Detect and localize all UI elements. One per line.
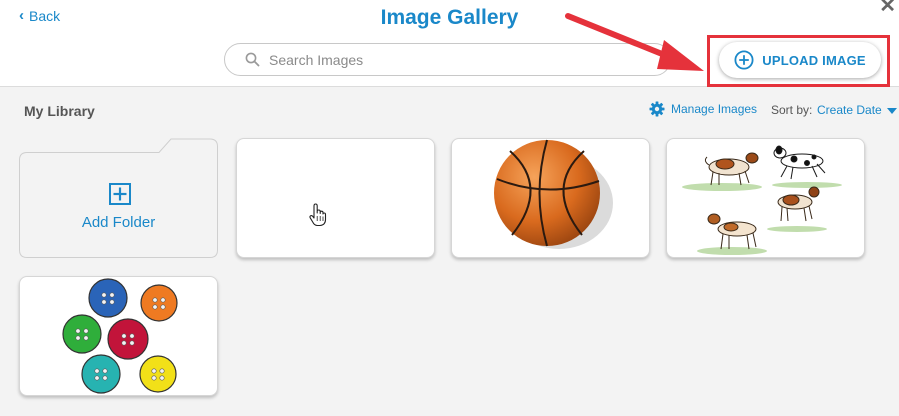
sort-value: Create Date xyxy=(817,103,882,117)
manage-images-label: Manage Images xyxy=(671,102,758,116)
upload-image-button[interactable]: UPLOAD IMAGE xyxy=(719,42,881,78)
image-gallery-page: ‹ Back Image Gallery ✕ UPLOAD IMAGE My L… xyxy=(0,0,899,416)
image-card-basketball[interactable] xyxy=(451,138,650,258)
add-folder-label: Add Folder xyxy=(81,214,156,231)
add-folder-card[interactable]: Add Folder xyxy=(19,138,218,258)
plus-circle-icon xyxy=(734,50,754,70)
close-icon[interactable]: ✕ xyxy=(879,0,896,18)
image-card-blank[interactable] xyxy=(236,138,435,258)
manage-images-link[interactable]: Manage Images xyxy=(649,101,757,117)
annotation-arrow xyxy=(565,13,704,71)
caret-down-icon xyxy=(886,107,897,114)
basketball-image xyxy=(494,139,613,249)
page-title: Image Gallery xyxy=(380,6,519,29)
search-icon xyxy=(245,52,260,67)
image-card-buttons[interactable] xyxy=(19,276,218,396)
add-folder-icon xyxy=(109,183,131,210)
sort-by-label: Sort by: xyxy=(771,103,813,117)
buttons-image xyxy=(62,278,178,394)
gear-icon xyxy=(649,101,665,117)
hand-cursor-icon xyxy=(309,203,327,227)
library-title: My Library xyxy=(24,103,95,119)
upload-image-label: UPLOAD IMAGE xyxy=(762,52,866,68)
image-card-dogs[interactable] xyxy=(666,138,865,258)
sort-dropdown[interactable]: Create Date xyxy=(817,103,897,117)
dogs-image xyxy=(682,145,842,255)
